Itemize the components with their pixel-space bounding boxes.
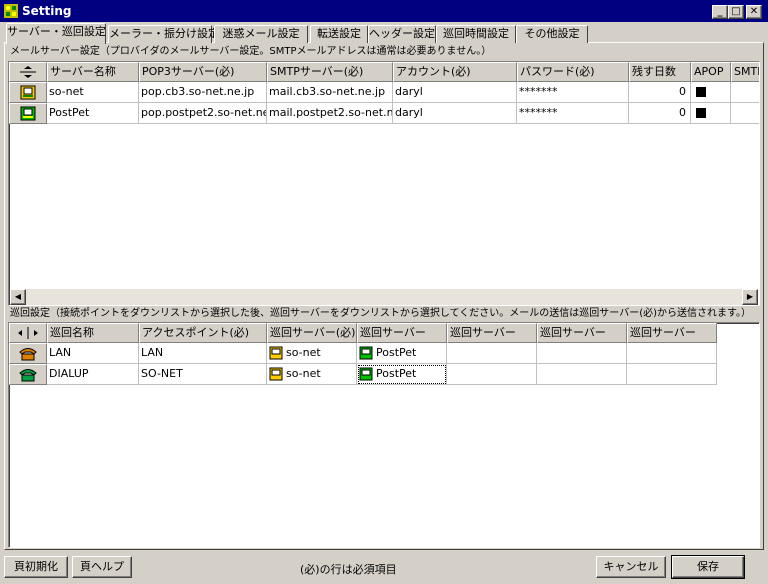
cell-patrol-server-4[interactable] <box>537 343 627 364</box>
required-note: (必)の行は必須項目 <box>300 563 397 576</box>
save-button[interactable]: 保存 <box>671 555 745 579</box>
row-patrol-icon[interactable] <box>9 364 47 385</box>
server-icon <box>20 85 36 100</box>
server-icon <box>20 106 36 121</box>
cell-access-point[interactable]: LAN <box>139 343 267 364</box>
minimize-icon: _ <box>717 6 723 17</box>
cell-patrol-server-2[interactable]: PostPet <box>357 343 447 364</box>
tab-spam[interactable]: 迷惑メール設定 <box>214 25 308 43</box>
arrow-right-icon: ▶ <box>746 292 754 301</box>
col-patrol-server[interactable]: 巡回サーバー <box>537 323 627 343</box>
apop-checkbox[interactable] <box>696 108 706 118</box>
col-access-point[interactable]: アクセスポイント(必) <box>139 323 267 343</box>
col-patrol-server[interactable]: 巡回サーバー <box>357 323 447 343</box>
mail-server-grid: サーバー名称 POP3サーバー(必) SMTPサーバー(必) アカウント(必) … <box>8 61 760 306</box>
close-icon: ✕ <box>749 6 759 17</box>
cancel-button[interactable]: キャンセル <box>596 556 666 578</box>
cell-smtp-auth[interactable] <box>731 103 759 124</box>
window-title: Setting <box>22 4 72 18</box>
cell-smtp-auth[interactable] <box>731 82 759 103</box>
maximize-button[interactable]: □ <box>728 5 744 19</box>
server-icon <box>359 367 373 381</box>
patrol-grid: 巡回名称 アクセスポイント(必) 巡回サーバー(必) 巡回サーバー 巡回サーバー… <box>8 322 760 548</box>
cell-password[interactable]: ******* <box>517 103 629 124</box>
cell-patrol-server-2[interactable]: PostPet <box>357 364 447 385</box>
server-icon <box>269 346 283 360</box>
col-password[interactable]: パスワード(必) <box>517 62 629 82</box>
cell-patrol-name[interactable]: LAN <box>47 343 139 364</box>
telephone-icon <box>19 369 37 382</box>
row-server-icon[interactable] <box>9 82 47 103</box>
cell-patrol-server-required[interactable]: so-net <box>267 343 357 364</box>
close-button[interactable]: ✕ <box>746 5 762 19</box>
col-keep-days[interactable]: 残す日数 <box>629 62 691 82</box>
patrol-server-label: so-net <box>286 367 321 380</box>
col-patrol-server-required[interactable]: 巡回サーバー(必) <box>267 323 357 343</box>
tab-other[interactable]: その他設定 <box>516 25 588 43</box>
resize-arrows-icon <box>20 66 36 78</box>
app-icon <box>4 4 18 18</box>
patrol-caption: 巡回設定（接続ポイントをダウンリストから選択した後、巡回サーバーをダウンリストか… <box>10 308 752 319</box>
title-bar: Setting _ □ ✕ <box>0 0 768 22</box>
cell-smtp[interactable]: mail.postpet2.so-net.ne.jp <box>267 103 393 124</box>
col-pop3[interactable]: POP3サーバー(必) <box>139 62 267 82</box>
cell-patrol-server-3[interactable] <box>447 364 537 385</box>
col-patrol-server[interactable]: 巡回サーバー <box>447 323 537 343</box>
col-smtp-auth[interactable]: SMTP <box>731 62 759 82</box>
col-patrol-server[interactable]: 巡回サーバー <box>627 323 717 343</box>
cell-server-name[interactable]: PostPet <box>47 103 139 124</box>
cell-account[interactable]: daryl <box>393 103 517 124</box>
col-smtp[interactable]: SMTPサーバー(必) <box>267 62 393 82</box>
cell-account[interactable]: daryl <box>393 82 517 103</box>
resize-arrows-icon <box>18 327 38 339</box>
tab-server-patrol[interactable]: サーバー・巡回設定 <box>6 23 106 44</box>
maximize-icon: □ <box>731 6 741 17</box>
row-patrol-icon[interactable] <box>9 343 47 364</box>
patrol-server-label: so-net <box>286 346 321 359</box>
cell-patrol-server-5[interactable] <box>627 343 717 364</box>
minimize-button[interactable]: _ <box>712 5 728 19</box>
tab-mailer-sort[interactable]: メーラー・振分け設定 <box>108 25 219 43</box>
col-patrol-name[interactable]: 巡回名称 <box>47 323 139 343</box>
corner-resize-handle[interactable] <box>9 323 47 343</box>
row-server-icon[interactable] <box>9 103 47 124</box>
reset-page-button[interactable]: 頁初期化 <box>4 556 68 578</box>
tab-header[interactable]: ヘッダー設定 <box>368 25 436 43</box>
cell-access-point[interactable]: SO-NET <box>139 364 267 385</box>
scroll-right-button[interactable]: ▶ <box>742 289 758 305</box>
mail-server-caption: メールサーバー設定（プロバイダのメールサーバー設定。SMTPメールアドレスは通常… <box>10 46 492 57</box>
server-icon <box>359 346 373 360</box>
cell-apop[interactable] <box>691 103 731 124</box>
tab-patrol-time[interactable]: 巡回時間設定 <box>436 25 516 43</box>
patrol-server-label: PostPet <box>376 346 417 359</box>
patrol-server-label: PostPet <box>376 367 417 380</box>
cell-keep-days[interactable]: 0 <box>629 82 691 103</box>
cell-patrol-server-5[interactable] <box>627 364 717 385</box>
cell-patrol-server-required[interactable]: so-net <box>267 364 357 385</box>
mail-server-hscrollbar[interactable]: ◀ ▶ <box>10 289 758 305</box>
cell-pop3[interactable]: pop.postpet2.so-net.ne.jp <box>139 103 267 124</box>
cell-server-name[interactable]: so-net <box>47 82 139 103</box>
server-icon <box>269 367 283 381</box>
col-account[interactable]: アカウント(必) <box>393 62 517 82</box>
page-help-button[interactable]: 頁ヘルプ <box>72 556 132 578</box>
cell-smtp[interactable]: mail.cb3.so-net.ne.jp <box>267 82 393 103</box>
apop-checkbox[interactable] <box>696 87 706 97</box>
tab-forward[interactable]: 転送設定 <box>310 25 368 43</box>
scroll-left-button[interactable]: ◀ <box>10 289 26 305</box>
col-server-name[interactable]: サーバー名称 <box>47 62 139 82</box>
cell-apop[interactable] <box>691 82 731 103</box>
cell-password[interactable]: ******* <box>517 82 629 103</box>
cell-patrol-server-3[interactable] <box>447 343 537 364</box>
col-apop[interactable]: APOP <box>691 62 731 82</box>
telephone-icon <box>19 348 37 361</box>
cell-keep-days[interactable]: 0 <box>629 103 691 124</box>
arrow-left-icon: ◀ <box>14 292 22 301</box>
cell-patrol-name[interactable]: DIALUP <box>47 364 139 385</box>
cell-patrol-server-4[interactable] <box>537 364 627 385</box>
corner-resize-handle[interactable] <box>9 62 47 82</box>
cell-pop3[interactable]: pop.cb3.so-net.ne.jp <box>139 82 267 103</box>
